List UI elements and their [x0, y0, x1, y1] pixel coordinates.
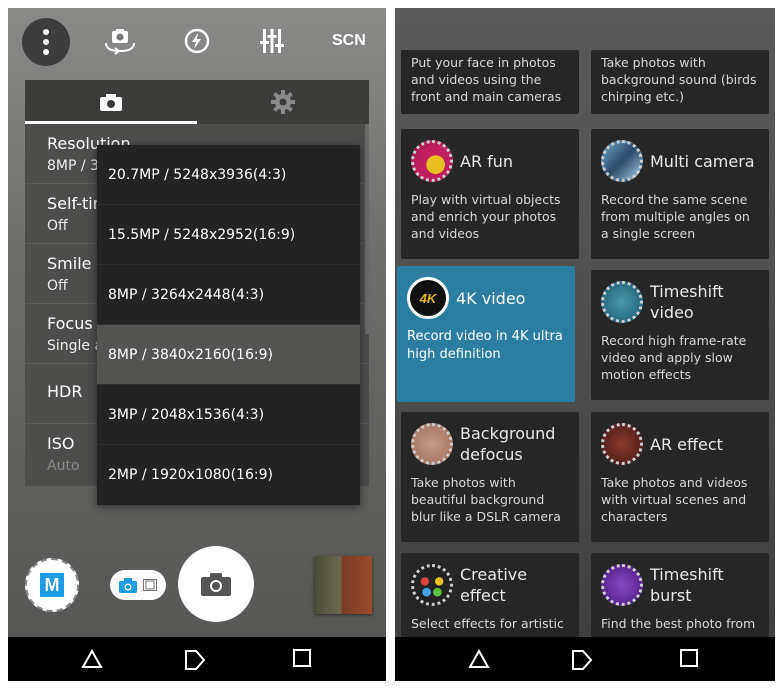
- recents-square-icon[interactable]: [680, 649, 698, 667]
- camera-settings-screen: SCN Resolution 8MP / Self-timer Off Smil…: [8, 8, 386, 681]
- app-card-ar-effect[interactable]: AR effect Take photos and videos with vi…: [591, 412, 769, 542]
- app-card-timeshift-video[interactable]: Timeshift video Record high frame-rate v…: [591, 270, 769, 400]
- app-description: Take photos with background sound (birds…: [601, 55, 757, 104]
- flash-auto-icon: [184, 28, 210, 54]
- settings-tabs: [25, 80, 369, 124]
- app-card-creative-effect[interactable]: Creative effect Select effects for artis…: [401, 553, 579, 637]
- manual-mode-button[interactable]: M: [25, 558, 79, 612]
- ar-fun-icon: [411, 140, 453, 182]
- resolution-option[interactable]: 20.7MP / 5248x3936(4:3): [97, 145, 360, 205]
- tab-camera[interactable]: [25, 80, 197, 124]
- app-description: Select effects for artistic: [411, 616, 564, 631]
- photo-video-switch[interactable]: [110, 570, 166, 600]
- back-triangle-icon[interactable]: [468, 649, 490, 669]
- resolution-option-selected[interactable]: 8MP / 3840x2160(16:9): [97, 325, 360, 385]
- 4k-label: 4K: [419, 290, 437, 306]
- more-vert-icon: [43, 29, 49, 55]
- resolution-option[interactable]: 2MP / 1920x1080(16:9): [97, 445, 360, 505]
- app-description: Play with virtual objects and enrich you…: [411, 192, 561, 241]
- app-description: Record the same scene from multiple angl…: [601, 192, 750, 241]
- timeshift-video-icon: [601, 281, 643, 323]
- background-defocus-icon: [411, 423, 453, 465]
- active-tab-indicator: [25, 121, 197, 124]
- scene-button[interactable]: SCN: [332, 32, 366, 50]
- adjust-button[interactable]: [254, 26, 290, 56]
- ar-effect-icon: [601, 423, 643, 465]
- app-description: Take photos and videos with virtual scen…: [601, 475, 748, 524]
- app-card-4k-video[interactable]: 4K 4K video Record video in 4K ultra hig…: [397, 266, 575, 402]
- camera-icon: [100, 94, 122, 111]
- multi-camera-icon: [601, 140, 643, 182]
- app-card-ar-mask[interactable]: Put your face in photos and videos using…: [401, 50, 579, 114]
- home-icon[interactable]: [184, 649, 206, 671]
- app-title: Background defocus: [460, 424, 556, 464]
- creative-effect-icon: [411, 564, 453, 606]
- gear-icon: [271, 90, 295, 114]
- manual-mode-icon: M: [40, 573, 64, 597]
- app-title: Multi camera: [650, 151, 755, 171]
- app-description: Record high frame-rate video and apply s…: [601, 333, 747, 382]
- shutter-button[interactable]: [178, 546, 254, 622]
- camera-icon: [201, 573, 231, 596]
- app-card-timeshift-burst[interactable]: Timeshift burst Find the best photo from: [591, 553, 769, 637]
- app-card-sound-photo[interactable]: Take photos with background sound (birds…: [591, 50, 769, 114]
- switch-camera-button[interactable]: [102, 26, 138, 56]
- back-triangle-icon[interactable]: [81, 649, 103, 669]
- navigation-bar: [395, 637, 775, 681]
- more-options-button[interactable]: [22, 18, 70, 66]
- resolution-option[interactable]: 15.5MP / 5248x2952(16:9): [97, 205, 360, 265]
- app-card-ar-fun[interactable]: AR fun Play with virtual objects and enr…: [401, 129, 579, 259]
- home-icon[interactable]: [571, 649, 593, 671]
- app-title: AR fun: [460, 151, 514, 171]
- flash-button[interactable]: [179, 26, 215, 56]
- gallery-thumbnail[interactable]: [314, 556, 372, 614]
- resolution-option[interactable]: 3MP / 2048x1536(4:3): [97, 385, 360, 445]
- resolution-option[interactable]: 8MP / 3264x2448(4:3): [97, 265, 360, 325]
- app-title: Creative effect: [460, 565, 528, 605]
- app-title: 4K video: [456, 288, 526, 308]
- app-description: Take photos with beautiful background bl…: [411, 475, 561, 524]
- app-description: Record video in 4K ultra high definition: [407, 329, 563, 362]
- navigation-bar: [8, 637, 386, 681]
- app-title: Timeshift video: [650, 282, 724, 322]
- 4k-video-icon: 4K: [407, 277, 449, 319]
- sliders-icon: [260, 29, 284, 53]
- timeshift-burst-icon: [601, 564, 643, 606]
- camera-topbar: SCN: [8, 8, 386, 78]
- settings-scrollbar[interactable]: [365, 124, 369, 334]
- video-mode-icon: [143, 579, 157, 591]
- app-description: Put your face in photos and videos using…: [411, 55, 562, 104]
- app-card-multi-camera[interactable]: Multi camera Record the same scene from …: [591, 129, 769, 259]
- resolution-dropdown: 20.7MP / 5248x3936(4:3) 15.5MP / 5248x29…: [97, 145, 360, 505]
- app-title: AR effect: [650, 434, 723, 454]
- tab-settings[interactable]: [197, 80, 369, 124]
- recents-square-icon[interactable]: [293, 649, 311, 667]
- app-title: Timeshift burst: [650, 565, 724, 605]
- app-card-background-defocus[interactable]: Background defocus Take photos with beau…: [401, 412, 579, 542]
- app-description: Find the best photo from: [601, 616, 756, 631]
- switch-camera-icon: [105, 29, 135, 55]
- photo-mode-icon: [119, 577, 137, 593]
- camera-apps-screen: Put your face in photos and videos using…: [395, 8, 775, 681]
